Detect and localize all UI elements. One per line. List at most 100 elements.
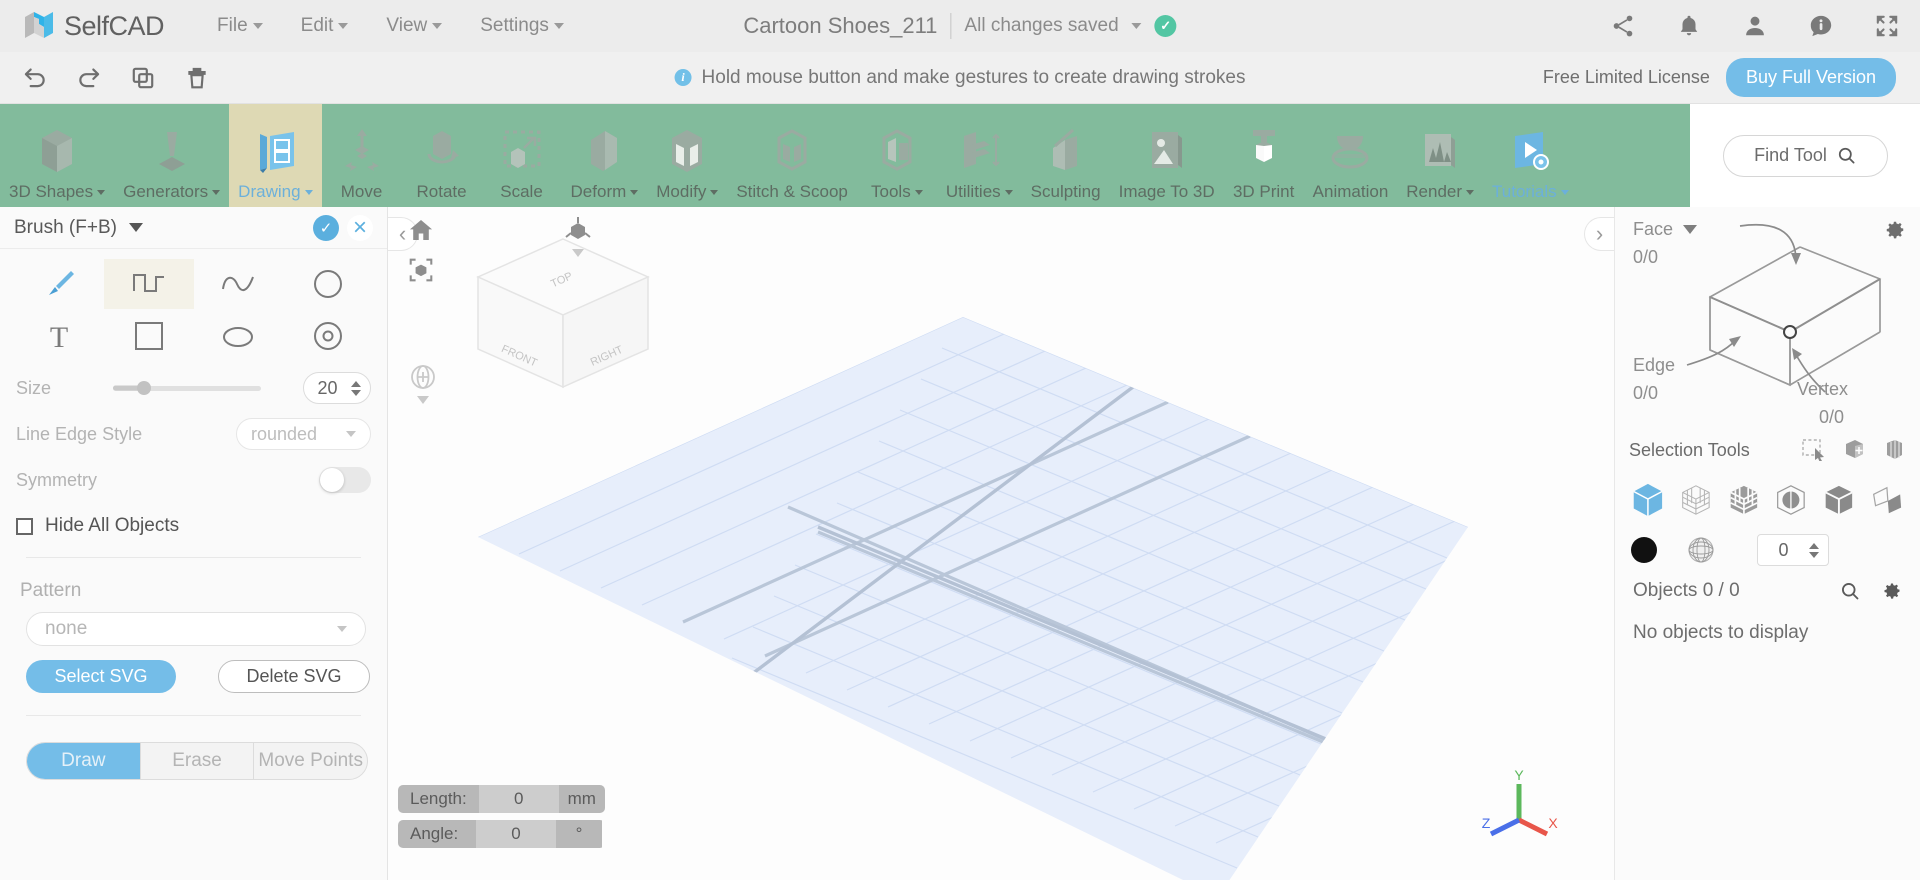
ribbon-item-image-to-3d[interactable]: Image To 3D — [1110, 104, 1224, 207]
buy-full-version-button[interactable]: Buy Full Version — [1725, 58, 1896, 97]
ribbon-item-tools[interactable]: Tools — [857, 104, 937, 207]
angle-value[interactable]: 0 — [476, 820, 556, 848]
draw-mode-erase[interactable]: Erase — [141, 743, 255, 779]
chevron-up-icon[interactable] — [1809, 542, 1819, 549]
chevron-down-icon[interactable] — [128, 223, 143, 232]
draw-mode-move-points[interactable]: Move Points — [254, 743, 367, 779]
menu-edit[interactable]: Edit — [282, 9, 368, 43]
select-svg-button[interactable]: Select SVG — [26, 660, 176, 693]
length-readout[interactable]: Length: 0 mm — [398, 785, 605, 813]
orbit-icon[interactable] — [408, 362, 438, 392]
search-icon — [1838, 147, 1855, 164]
text-tool[interactable]: T — [14, 311, 104, 361]
brush-tool[interactable] — [14, 259, 104, 309]
chevron-up-icon[interactable] — [351, 380, 361, 387]
bell-icon[interactable] — [1676, 13, 1702, 39]
box-select-icon[interactable] — [1882, 439, 1906, 461]
face-mode-icon[interactable] — [1820, 480, 1858, 520]
size-slider[interactable] — [113, 378, 262, 398]
share-icon[interactable] — [1610, 13, 1636, 39]
chevron-down-icon[interactable] — [351, 389, 361, 396]
menu-view[interactable]: View — [367, 9, 461, 43]
square-tool[interactable] — [104, 311, 194, 361]
length-value[interactable]: 0 — [478, 785, 559, 813]
user-icon[interactable] — [1742, 13, 1768, 39]
ribbon-label: Modify — [656, 182, 719, 202]
donut-tool[interactable] — [283, 311, 373, 361]
menu-settings[interactable]: Settings — [461, 9, 583, 43]
ribbon-item-tutorials[interactable]: Tutorials — [1483, 104, 1578, 207]
size-row: Size 20 — [0, 365, 387, 411]
delete-icon[interactable] — [184, 65, 210, 91]
pattern-select[interactable]: none — [26, 612, 366, 646]
draw-mode-draw[interactable]: Draw — [27, 743, 141, 779]
cancel-button[interactable]: × — [347, 214, 373, 241]
ribbon-item-rotate[interactable]: Rotate — [402, 104, 482, 207]
chevron-down-icon[interactable] — [1809, 551, 1819, 558]
rect-select-icon[interactable] — [1802, 439, 1826, 461]
3d-viewport[interactable]: ‹ › TOP FRONT RIGHT Length: 0 mm Angle: … — [388, 207, 1614, 880]
symmetry-toggle[interactable] — [319, 467, 371, 493]
color-stepper[interactable]: 0 — [1757, 534, 1829, 566]
hide-all-objects-row[interactable]: Hide All Objects — [0, 503, 387, 545]
collapse-right-panel-button[interactable]: › — [1584, 217, 1614, 251]
menu-file[interactable]: File — [198, 9, 282, 43]
ribbon-item-utilities[interactable]: Utilities — [937, 104, 1022, 207]
ellipse-tool[interactable] — [194, 311, 284, 361]
copy-icon[interactable] — [130, 65, 156, 91]
ribbon-item-modify[interactable]: Modify — [647, 104, 727, 207]
ribbon-item-drawing[interactable]: Drawing — [229, 104, 322, 207]
ribbon-item-move[interactable]: Move — [322, 104, 402, 207]
stepper-arrows[interactable] — [351, 380, 370, 396]
chevron-down-icon[interactable] — [417, 396, 429, 404]
stepper-arrows[interactable] — [1809, 542, 1828, 558]
circle-outline-tool[interactable] — [283, 259, 373, 309]
polygon-mode-icon[interactable] — [1868, 480, 1906, 520]
chevron-down-icon[interactable] — [1131, 23, 1142, 29]
search-icon[interactable] — [1840, 581, 1860, 601]
line-edge-style-row: Line Edge Style rounded — [0, 411, 387, 457]
brand-logo[interactable]: SelfCAD — [0, 9, 165, 43]
confirm-button[interactable]: ✓ — [313, 214, 339, 241]
ribbon-item-3d-shapes[interactable]: 3D Shapes — [0, 104, 114, 207]
texture-sphere-icon[interactable] — [1687, 536, 1715, 564]
ribbon-item-render[interactable]: Render — [1397, 104, 1483, 207]
info-icon[interactable] — [1808, 13, 1834, 39]
line-edge-style-select[interactable]: rounded — [236, 418, 371, 450]
wireframe-mode-icon[interactable] — [1677, 480, 1715, 520]
gear-icon[interactable] — [1882, 581, 1902, 601]
step-line-tool[interactable] — [103, 259, 194, 309]
brand-name: SelfCAD — [64, 10, 165, 41]
curve-tool[interactable] — [194, 259, 284, 309]
redo-icon[interactable] — [76, 65, 102, 91]
document-title[interactable]: Cartoon Shoes_211 — [743, 13, 937, 39]
sphere-in-cube-mode-icon[interactable] — [1772, 480, 1810, 520]
color-swatch[interactable] — [1631, 537, 1657, 563]
hide-all-objects-checkbox[interactable] — [16, 517, 33, 535]
fit-to-view-icon[interactable] — [408, 257, 434, 283]
ribbon-item-deform[interactable]: Deform — [562, 104, 648, 207]
object-select-mode-icon[interactable] — [1629, 480, 1667, 520]
add-selection-icon[interactable] — [1842, 439, 1866, 461]
slider-handle[interactable] — [137, 381, 152, 395]
chevron-down-icon[interactable] — [1683, 225, 1697, 234]
svg-button-group: Select SVG Delete SVG — [0, 646, 387, 693]
ribbon-item-animation[interactable]: Animation — [1304, 104, 1398, 207]
delete-svg-button[interactable]: Delete SVG — [218, 660, 370, 693]
home-icon[interactable] — [408, 217, 434, 243]
size-stepper[interactable]: 20 — [303, 372, 371, 404]
mesh-mode-icon[interactable] — [1725, 480, 1763, 520]
chevron-down-icon — [337, 626, 347, 632]
chevron-down-icon[interactable] — [572, 249, 584, 257]
fullscreen-icon[interactable] — [1874, 13, 1900, 39]
ribbon-item-scale[interactable]: Scale — [482, 104, 562, 207]
angle-readout[interactable]: Angle: 0 ° — [398, 820, 605, 848]
ribbon-item-sculpting[interactable]: Sculpting — [1022, 104, 1110, 207]
ribbon-item-generators[interactable]: Generators — [114, 104, 229, 207]
axis-gizmo-graphic: Y X Z — [1482, 767, 1558, 837]
ribbon-item-stitch-scoop[interactable]: Stitch & Scoop — [727, 104, 857, 207]
undo-icon[interactable] — [22, 65, 48, 91]
ribbon-item-3d-print[interactable]: 3D Print — [1224, 104, 1304, 207]
find-tool-button[interactable]: Find Tool — [1722, 134, 1888, 177]
snap-to-icon[interactable] — [563, 215, 593, 245]
